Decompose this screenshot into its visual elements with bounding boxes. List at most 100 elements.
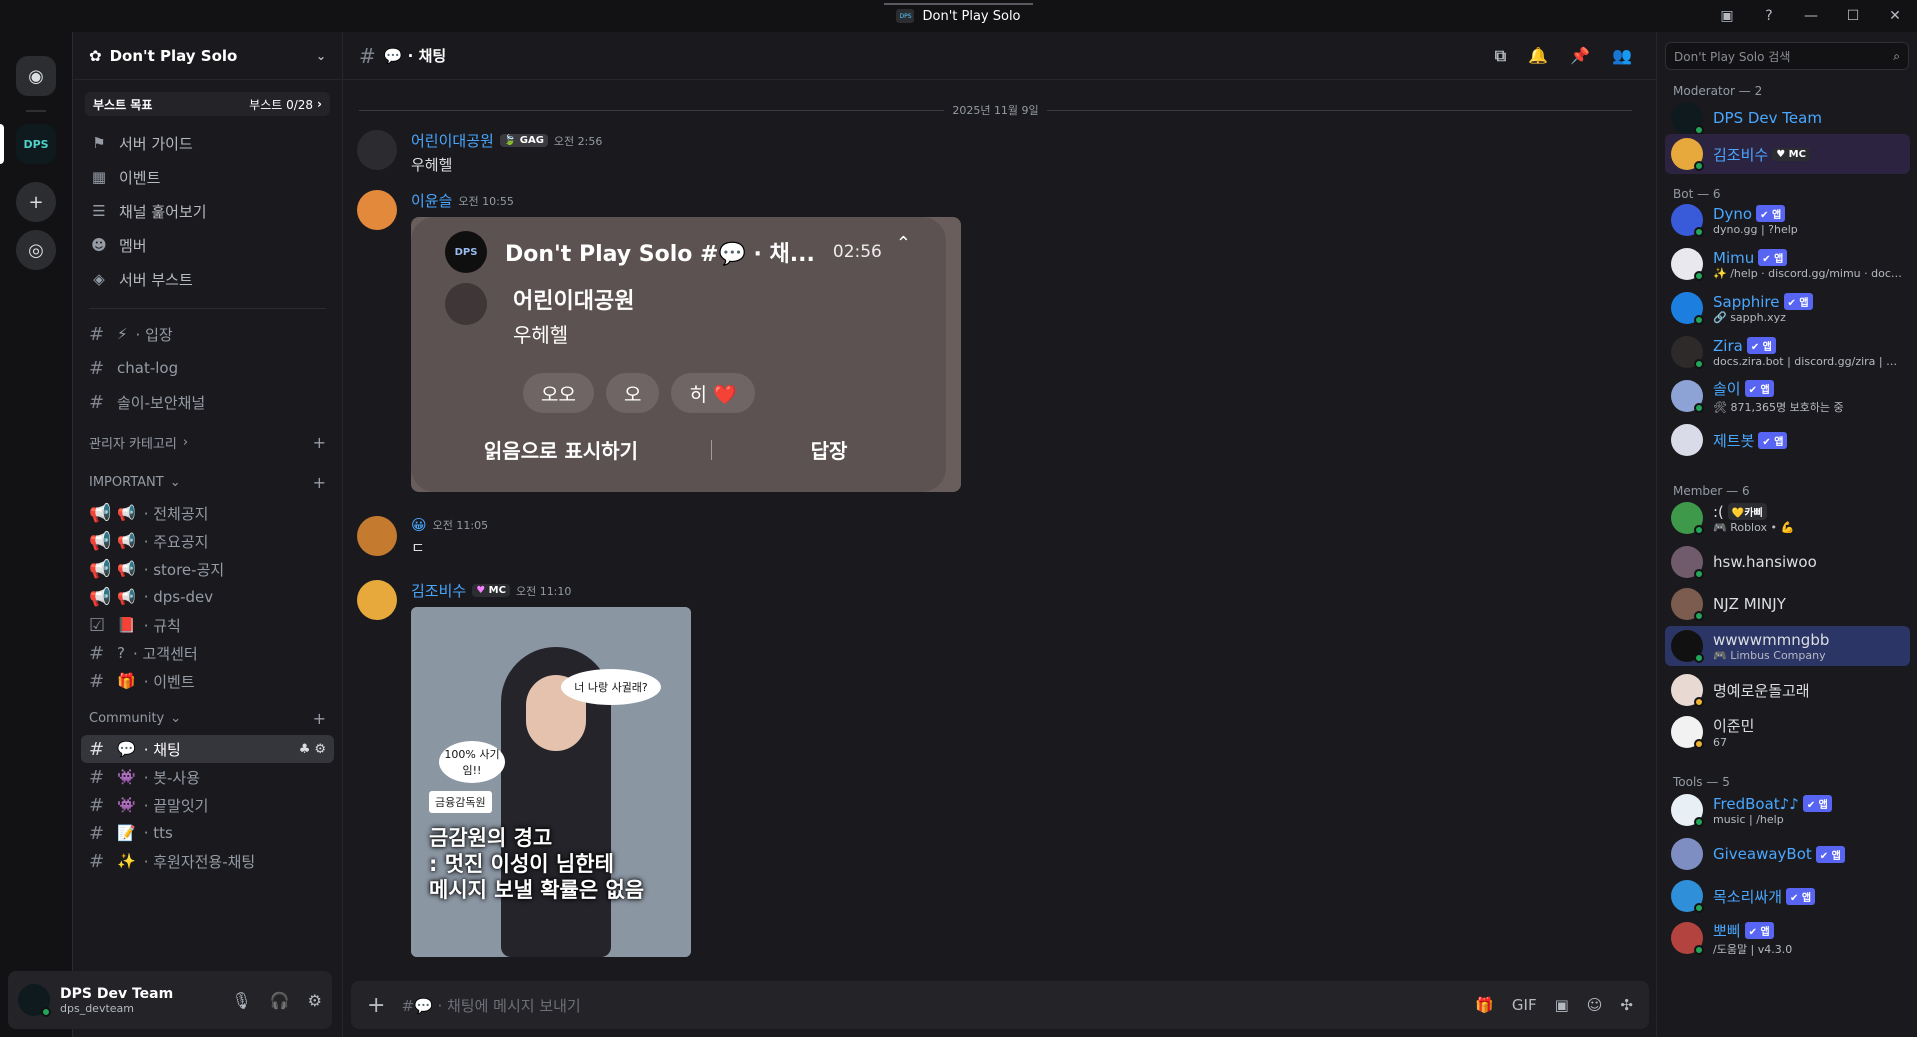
member-item[interactable]: NJZ MINJY	[1665, 584, 1910, 624]
add-channel-icon[interactable]: +	[313, 473, 326, 492]
add-channel-icon[interactable]: +	[313, 709, 326, 728]
category-community[interactable]: Community ⌄ +	[73, 701, 342, 735]
member-name: 뽀삐 ✔ 앱	[1713, 920, 1792, 941]
member-item[interactable]: hsw.hansiwoo	[1665, 542, 1910, 582]
message-author[interactable]: 김조비수	[411, 580, 466, 601]
channel-name: · 입장	[135, 325, 173, 344]
channel-entry[interactable]: # ⚡ · 입장	[81, 317, 334, 351]
chevron-up-icon[interactable]: ⌃	[896, 233, 911, 254]
channel-announcement[interactable]: 📢 📢 · dps-dev	[81, 583, 334, 611]
nav-label: 서버 가이드	[119, 134, 193, 153]
channel-security[interactable]: # 솔이-보안채널	[81, 385, 334, 419]
nav-server-guide[interactable]: ⚑ 서버 가이드	[81, 126, 334, 160]
microphone-icon[interactable]: 🎙	[231, 991, 251, 1010]
server-icon-dps[interactable]: DPS	[16, 124, 56, 164]
channel-announcement[interactable]: 📢 📢 · 주요공지	[81, 527, 334, 555]
quick-reply-button[interactable]: 히 ❤️	[671, 373, 755, 413]
inbox-icon[interactable]: ▣	[1717, 6, 1737, 26]
avatar[interactable]	[357, 580, 397, 620]
channel-emoji: 👾	[117, 796, 136, 814]
gif-icon[interactable]: GIF	[1512, 996, 1537, 1014]
headphones-icon[interactable]: 🎧	[270, 991, 290, 1010]
apps-icon[interactable]: ✣	[1620, 996, 1633, 1014]
pin-icon[interactable]: 📌	[1570, 46, 1590, 66]
channel-tts[interactable]: # 📝 · tts	[81, 819, 334, 847]
member-item[interactable]: 이준민 67	[1665, 712, 1910, 752]
mark-read-button[interactable]: 읽음으로 표시하기	[411, 435, 711, 464]
channel-name: · tts	[143, 824, 173, 842]
channel-announcement[interactable]: 📢 📢 · store-공지	[81, 555, 334, 583]
search-input[interactable]: Don't Play Solo 검색 ⌕	[1665, 42, 1909, 70]
channel-announcement[interactable]: 📢 📢 · 전체공지	[81, 499, 334, 527]
guild-header[interactable]: ✿ Don't Play Solo ⌄	[73, 32, 342, 80]
member-item[interactable]: Sapphire ✔ 앱 🔗 sapph.xyz	[1665, 288, 1910, 328]
add-server-icon[interactable]: +	[16, 182, 56, 222]
quick-reply-button[interactable]: 오	[605, 373, 660, 413]
member-item[interactable]: Dyno ✔ 앱 dyno.gg | ?help	[1665, 200, 1910, 240]
channel-supporters[interactable]: # ✨ · 후원자전용-채팅	[81, 847, 334, 875]
member-item[interactable]: :(💛카삐 🎮 Roblox • 💪	[1665, 498, 1910, 538]
avatar[interactable]	[357, 190, 397, 230]
bell-icon[interactable]: 🔔	[1528, 46, 1548, 66]
avatar[interactable]	[18, 984, 51, 1017]
member-item[interactable]: DPS Dev Team	[1665, 98, 1910, 138]
nav-events[interactable]: ▦ 이벤트	[81, 160, 334, 194]
discover-icon[interactable]: ◎	[16, 230, 56, 270]
reply-button[interactable]: 답장	[712, 435, 946, 464]
avatar[interactable]	[357, 130, 397, 170]
member-item[interactable]: 솔이 ✔ 앱 🛠 871,365명 보호하는 중	[1665, 376, 1910, 416]
channel-bot-usage[interactable]: # 👾 · 봇-사용	[81, 763, 334, 791]
message-author[interactable]: 어린이대공원	[411, 130, 494, 151]
member-item[interactable]: 명예로운돌고래	[1665, 670, 1910, 710]
channel-chat-log[interactable]: # chat-log	[81, 351, 334, 385]
maximize-button[interactable]: ☐	[1843, 6, 1863, 26]
message-input[interactable]: #💬 · 채팅에 메시지 보내기	[401, 995, 580, 1016]
calendar-icon: ▦	[91, 168, 107, 186]
message-time: 오전 2:56	[553, 134, 603, 148]
embed-author: 어린이대공원	[513, 289, 635, 314]
member-item[interactable]: wwwwmmngbb 🎮 Limbus Company	[1665, 626, 1910, 666]
category-important[interactable]: IMPORTANT ⌄ +	[73, 465, 342, 499]
threads-icon[interactable]: ⧉	[1495, 46, 1506, 66]
member-item[interactable]: Zira ✔ 앱 docs.zira.bot | discord.gg/zira |…	[1665, 332, 1910, 372]
add-attachment-icon[interactable]: +	[367, 993, 385, 1018]
member-item[interactable]: Mimu ✔ 앱 ✨ /help · discord.gg/mimu · docs.…	[1665, 244, 1910, 284]
boost-goal[interactable]: 부스트 목표 부스트 0/28 ›	[85, 92, 330, 116]
gear-icon[interactable]: ⚙	[314, 742, 326, 757]
channel-support[interactable]: #? · 고객센터	[81, 639, 334, 667]
gift-icon[interactable]: 🎁	[1475, 996, 1494, 1014]
image-attachment[interactable]: 너 나랑 사귈래? 100% 사기임!! 금융감독원 금감원의 경고 : 멋진 …	[411, 607, 691, 957]
message-author[interactable]: 😀	[411, 516, 427, 534]
channel-events[interactable]: # 🎁 · 이벤트	[81, 667, 334, 695]
invite-icon[interactable]: ♣	[299, 742, 311, 757]
server-icon-label: DPS	[23, 137, 49, 151]
gear-icon[interactable]: ⚙	[308, 991, 322, 1010]
add-channel-icon[interactable]: +	[313, 433, 326, 452]
emoji-icon[interactable]: ☺	[1587, 996, 1603, 1014]
user-info[interactable]: DPS Dev Team dps_devteam	[60, 986, 173, 1015]
channel-rules[interactable]: ☑ 📕 · 규칙	[81, 611, 334, 639]
message-author[interactable]: 이윤슬	[411, 190, 452, 211]
member-name: wwwwmmngbb	[1713, 630, 1830, 649]
nav-members[interactable]: ☻ 멤버	[81, 228, 334, 262]
member-item[interactable]: 목소리싸개 ✔ 앱	[1665, 876, 1910, 916]
member-item[interactable]: 뽀삐 ✔ 앱/도움말 | v4.3.0	[1665, 918, 1910, 958]
member-item[interactable]: 김조비수 ♥ MC	[1665, 134, 1910, 174]
boost-icon: ◈	[93, 270, 105, 288]
help-icon[interactable]: ?	[1759, 6, 1779, 26]
quick-reply-button[interactable]: 오오	[523, 373, 594, 413]
avatar[interactable]	[357, 516, 397, 556]
channel-word-chain[interactable]: # 👾 · 끝말잇기	[81, 791, 334, 819]
member-list-icon[interactable]: 👥	[1612, 46, 1632, 66]
member-item[interactable]: 제트봇 ✔ 앱	[1665, 420, 1910, 460]
sticker-icon[interactable]: ▣	[1555, 996, 1569, 1014]
nav-browse-channels[interactable]: ☰ 채널 훑어보기	[81, 194, 334, 228]
discord-home-icon[interactable]: ◉	[16, 56, 56, 96]
minimize-button[interactable]: —	[1801, 6, 1821, 26]
close-button[interactable]: ✕	[1885, 6, 1905, 26]
channel-chat-active[interactable]: # 💬 · 채팅 ♣ ⚙	[81, 735, 334, 763]
member-item[interactable]: GiveawayBot ✔ 앱	[1665, 834, 1910, 874]
nav-server-boost[interactable]: ◈ 서버 부스트	[81, 262, 334, 296]
category-admin[interactable]: 관리자 카테고리 › +	[73, 425, 342, 459]
member-item[interactable]: FredBoat♪♪ ✔ 앱 music | /help	[1665, 790, 1910, 830]
